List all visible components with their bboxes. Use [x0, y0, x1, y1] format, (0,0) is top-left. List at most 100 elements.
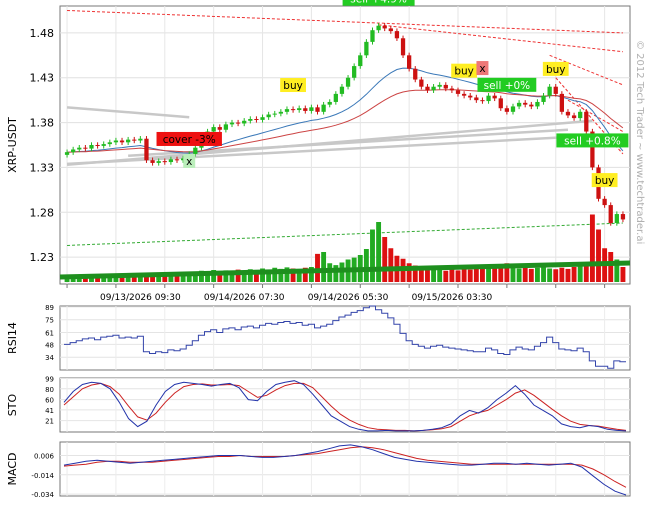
candle-body	[419, 79, 424, 87]
signal-label: buy	[595, 175, 615, 187]
candle-body	[64, 152, 70, 155]
volume-bar	[596, 229, 601, 282]
candle-body	[400, 38, 406, 56]
candle-body	[443, 84, 448, 89]
candle-body	[516, 102, 522, 107]
candle-body	[144, 138, 149, 161]
volume-bar	[376, 222, 382, 282]
signal-label: buy	[454, 66, 474, 78]
candle-body	[284, 109, 290, 112]
volume-bar	[534, 267, 540, 282]
candle-body	[431, 86, 436, 91]
candle-body	[565, 111, 571, 116]
x-tick-label: 09/14/2026 05:30	[308, 293, 389, 303]
candle-body	[486, 95, 491, 102]
indicator-tick-label: 0.006	[34, 453, 55, 461]
candle-body	[547, 86, 552, 96]
signal-label: buy	[546, 64, 566, 76]
indicator-tick-label: -0.034	[31, 491, 54, 499]
candle-body	[113, 140, 119, 143]
candle-body	[242, 120, 247, 124]
candle-body	[315, 107, 320, 112]
volume-bar	[522, 267, 528, 282]
candle-body	[138, 138, 143, 141]
candle-body	[278, 111, 283, 114]
candle-body	[345, 77, 351, 87]
price-tick-label: 1.23	[30, 251, 55, 264]
signal-label: cover -3%	[163, 134, 216, 146]
candle-body	[248, 118, 253, 121]
candle-body	[229, 122, 235, 125]
candle-body	[260, 117, 265, 120]
volume-bar	[388, 248, 394, 282]
candle-body	[376, 25, 381, 31]
volume-bar	[467, 269, 473, 282]
chart-root: 1.231.281.331.381.431.48 cover -3%xbuyse…	[0, 0, 657, 514]
watermark: © 2012 Tech Trader ~ www.techtrader.ai	[634, 40, 645, 244]
candle-body	[309, 107, 314, 111]
candle-body	[510, 106, 516, 112]
signal-label: buy	[283, 80, 303, 92]
macd-y-ticks: 0.006 -0.014 -0.034	[31, 453, 54, 500]
volume-bar	[333, 265, 339, 282]
candle-body	[352, 66, 357, 78]
volume-bar	[473, 267, 479, 282]
volume-bar	[455, 270, 461, 282]
candle-body	[370, 30, 375, 42]
candle-body	[559, 93, 564, 112]
volume-bar	[547, 268, 553, 282]
price-tick-label: 1.33	[30, 161, 55, 174]
indicator-tick-label: 75	[45, 317, 54, 325]
signal-label: sell +4.9%	[350, 0, 407, 6]
candle-body	[620, 214, 626, 220]
candle-body	[95, 145, 100, 146]
candle-body	[388, 28, 393, 32]
indicator-tick-label: 21	[45, 418, 54, 426]
candle-body	[461, 93, 467, 96]
sto-panel: 99 80 60 41 21 STO	[6, 376, 631, 433]
candle-body	[425, 86, 430, 91]
candle-body	[156, 161, 161, 163]
candle-body	[504, 108, 510, 112]
volume-bar	[382, 237, 388, 282]
indicator-tick-label: 48	[45, 341, 54, 349]
volume-bar	[553, 269, 559, 282]
candle-body	[71, 149, 76, 153]
volume-bar	[528, 268, 534, 282]
candle-body	[217, 127, 222, 130]
indicator-tick-label: 61	[45, 330, 54, 338]
candle-body	[132, 139, 137, 141]
candle-body	[101, 144, 106, 146]
volume-bar	[486, 267, 491, 282]
candle-body	[468, 95, 473, 98]
candle-body	[266, 114, 271, 118]
volume-bar	[480, 268, 485, 282]
candle-body	[394, 31, 400, 39]
price-y-label: XRP-USDT	[6, 117, 19, 173]
candle-body	[211, 127, 216, 132]
x-tick-label: 09/15/2026 03:30	[412, 293, 493, 303]
signal-label: sell +0.8%	[564, 135, 621, 147]
candle-body	[498, 98, 503, 109]
candle-body	[602, 198, 607, 206]
sto-y-ticks: 99 80 60 41 21	[45, 376, 54, 426]
candle-body	[89, 145, 94, 149]
macd-panel-frame	[59, 441, 631, 497]
volume-bar	[559, 267, 565, 282]
candle-body	[578, 111, 583, 119]
x-axis-labels: 09/13/2026 09:30 09/14/2026 07:30 09/14/20…	[100, 293, 492, 303]
indicator-tick-label: 60	[45, 397, 54, 405]
indicator-tick-label: 89	[45, 304, 54, 312]
candle-body	[126, 139, 131, 143]
candle-body	[150, 160, 155, 163]
volume-bar	[510, 267, 516, 282]
candle-body	[523, 102, 528, 105]
volume-bar	[577, 265, 583, 282]
volume-bar	[321, 252, 327, 282]
volume-bar	[541, 266, 546, 282]
candle-body	[553, 86, 558, 94]
price-tick-label: 1.38	[30, 117, 55, 130]
candle-body	[474, 97, 479, 101]
candle-body	[608, 205, 613, 224]
signal-label: x	[479, 63, 485, 75]
